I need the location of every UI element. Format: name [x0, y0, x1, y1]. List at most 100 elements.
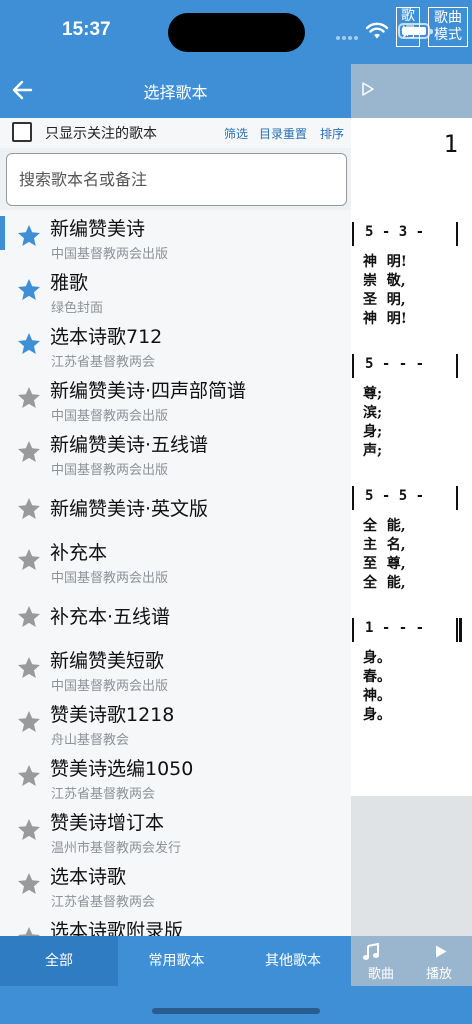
song-button[interactable]: 歌曲 — [351, 936, 411, 986]
songbook-subtitle: 中国基督教两会出版 — [51, 571, 169, 586]
songbook-title: 选本诗歌 — [50, 866, 127, 888]
star-icon[interactable] — [16, 385, 42, 411]
tab-all[interactable]: 全部 — [0, 936, 118, 986]
song-mode-label: 歌曲模式 — [434, 10, 462, 43]
sheet-lyric-line: 全 能, — [363, 575, 406, 591]
sheet-notes: 5 - - - — [365, 356, 425, 372]
nav-bar: 选择歌本 — [0, 64, 351, 118]
songbook-title: 赞美诗增订本 — [50, 812, 165, 834]
search-input[interactable] — [7, 154, 346, 205]
star-icon[interactable] — [16, 331, 42, 357]
star-icon[interactable] — [16, 925, 42, 936]
songbook-subtitle: 中国基督教两会出版 — [51, 679, 169, 694]
status-time: 15:37 — [62, 19, 111, 40]
songbook-row[interactable]: 选本诗歌712 江苏省基督教两会 — [0, 318, 351, 372]
sheet-lyric-line: 圣 明, — [363, 292, 406, 308]
barline — [352, 486, 354, 510]
selected-indicator — [0, 216, 5, 250]
player-bar: 歌曲 播放 — [351, 936, 472, 986]
star-icon[interactable] — [16, 709, 42, 735]
barline — [456, 618, 458, 642]
tab-common[interactable]: 常用歌本 — [118, 936, 235, 986]
songbook-row[interactable]: 赞美诗歌1218 舟山基督教会 — [0, 696, 351, 750]
barline — [456, 354, 458, 378]
play-icon — [436, 945, 447, 958]
star-icon[interactable] — [16, 817, 42, 843]
sheet-lyric-line: 滨; — [363, 405, 383, 421]
song-mode-button[interactable]: 歌曲模式 — [428, 7, 468, 47]
songbook-list[interactable]: 新编赞美诗 中国基督教两会出版 雅歌 绿色封面 选本诗歌712 江苏省基督教两会 新编赞美诗… — [0, 210, 351, 936]
sheet-lyric-line: 主 名, — [363, 537, 406, 553]
sheet-lyric-line: 至 尊, — [363, 556, 406, 572]
sheet-lyric-line: 神 明! — [363, 254, 407, 270]
final-barline — [459, 618, 462, 642]
barline — [456, 222, 458, 246]
sheet-lyric-line: 神 明! — [363, 311, 407, 327]
sheet-notes: 5 - 5 - — [365, 488, 425, 504]
search-box — [6, 153, 347, 206]
sheet-lyric-line: 尊; — [363, 386, 383, 402]
songbook-subtitle: 江苏省基督教两会 — [51, 895, 156, 910]
songbook-subtitle: 舟山基督教会 — [51, 733, 130, 748]
sheet-lyric-line: 崇 敬, — [363, 273, 406, 289]
songbook-subtitle: 江苏省基督教两会 — [51, 787, 156, 802]
star-icon[interactable] — [16, 763, 42, 789]
barline — [352, 618, 354, 642]
sheet-notes: 5 - 3 - — [365, 224, 425, 240]
sheet-notes: 1 - - - — [365, 620, 425, 636]
reset-catalog-link[interactable]: 目录重置 — [259, 125, 307, 142]
tab-other[interactable]: 其他歌本 — [235, 936, 351, 986]
star-icon[interactable] — [16, 604, 42, 630]
play-button[interactable]: 播放 — [409, 936, 469, 986]
sheet-lyric-line: 身; — [363, 424, 383, 440]
songbook-subtitle: 绿色封面 — [51, 301, 104, 316]
play-outline-icon[interactable] — [361, 81, 375, 97]
page-number: 1 — [443, 130, 458, 158]
songbook-row[interactable]: 赞美诗选编1050 江苏省基督教两会 — [0, 750, 351, 804]
songbook-row[interactable]: 新编赞美诗·五线谱 中国基督教两会出版 — [0, 426, 351, 480]
songbook-title: 赞美诗选编1050 — [50, 758, 194, 780]
songbook-row[interactable]: 新编赞美诗·英文版 — [0, 480, 351, 534]
star-icon[interactable] — [16, 547, 42, 573]
star-icon[interactable] — [16, 439, 42, 465]
star-icon[interactable] — [16, 496, 42, 522]
songbook-row[interactable]: 新编赞美诗 中国基督教两会出版 — [0, 210, 351, 264]
signal-icon — [336, 36, 360, 40]
songbook-title: 选本诗歌附录版 — [50, 920, 184, 936]
songbook-title: 补充本 — [50, 542, 108, 564]
song-label: 歌曲 — [367, 967, 394, 982]
songbook-title: 选本诗歌712 — [50, 326, 163, 348]
star-icon[interactable] — [16, 655, 42, 681]
songbook-row[interactable]: 补充本中国基督教两会出版 — [0, 534, 351, 588]
songbook-row[interactable]: 雅歌 绿色封面 — [0, 264, 351, 318]
star-icon[interactable] — [16, 277, 42, 303]
songbook-subtitle: 中国基督教两会出版 — [51, 463, 169, 478]
songbook-title: 雅歌 — [50, 272, 89, 294]
songbook-subtitle: 温州市基督教两会发行 — [51, 841, 182, 856]
songbook-row[interactable]: 选本诗歌附录版温州基督徒聚会处 — [0, 912, 351, 936]
songbook-title: 补充本·五线谱 — [50, 606, 171, 628]
bottom-safe-area — [0, 986, 472, 1024]
songbook-title: 新编赞美诗·四声部简谱 — [50, 380, 247, 402]
sheet-preview: 1 5 - 3 - 神 明! 崇 敬, 圣 明, 神 明! 5 - - - 尊; 滨; 身; 声;… — [351, 118, 472, 796]
songbook-row[interactable]: 新编赞美诗·四声部简谱中国基督教两会出版 — [0, 372, 351, 426]
only-followed-checkbox[interactable] — [12, 122, 32, 142]
songbook-row[interactable]: 选本诗歌江苏省基督教两会 — [0, 858, 351, 912]
songbook-title: 赞美诗歌1218 — [50, 704, 175, 726]
songbook-row[interactable]: 赞美诗增订本温州市基督教两会发行 — [0, 804, 351, 858]
songbook-row[interactable]: 补充本·五线谱 — [0, 588, 351, 642]
only-followed-label: 只显示关注的歌本 — [45, 126, 157, 142]
songbook-row[interactable]: 新编赞美短歌中国基督教两会出版 — [0, 642, 351, 696]
tab-bar: 全部 常用歌本 其他歌本 — [0, 936, 351, 986]
star-icon[interactable] — [16, 871, 42, 897]
sheet-lyric-line: 神。 — [363, 688, 391, 704]
songbook-subtitle: 中国基督教两会出版 — [51, 409, 169, 424]
songbook-title: 新编赞美诗·英文版 — [50, 498, 209, 520]
filter-link[interactable]: 筛选 — [224, 125, 248, 142]
sort-link[interactable]: 排序 — [320, 125, 344, 142]
songbook-title: 新编赞美短歌 — [50, 650, 165, 672]
filter-row: 只显示关注的歌本 筛选 目录重置 排序 — [0, 118, 351, 148]
lyrics-toggle-button[interactable]: 歌词 — [396, 7, 420, 47]
play-label: 播放 — [425, 967, 452, 982]
star-icon[interactable] — [16, 223, 42, 249]
